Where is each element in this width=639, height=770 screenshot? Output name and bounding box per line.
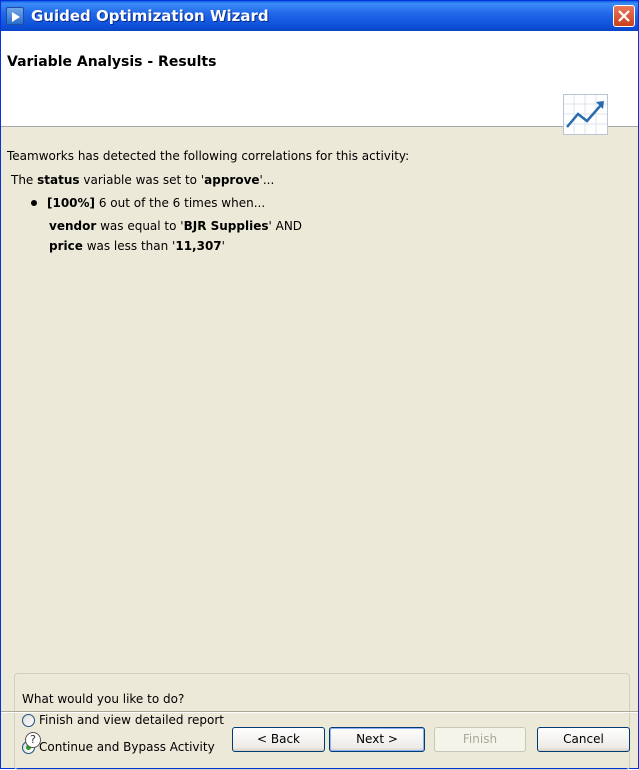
condition-vendor: vendor was equal to 'BJR Supplies' AND (49, 219, 303, 233)
finish-button[interactable]: Finish (434, 727, 526, 752)
condition-price: price was less than '11,307' (49, 239, 225, 253)
button-bar-divider (1, 711, 638, 713)
next-button[interactable]: Next > (329, 727, 425, 752)
radio-label[interactable]: Finish and view detailed report (39, 713, 224, 727)
help-icon[interactable]: ? (25, 732, 41, 748)
variable-name: status (37, 173, 80, 187)
finding-item: [100%] 6 out of the 6 times when... (31, 196, 265, 210)
result-summary: The status variable was set to 'approve'… (11, 173, 275, 187)
close-button[interactable] (613, 5, 635, 27)
bullet-icon (31, 199, 37, 206)
wizard-app-icon (6, 7, 24, 25)
cancel-button[interactable]: Cancel (537, 727, 630, 752)
radio-label[interactable]: Continue and Bypass Activity (39, 740, 215, 754)
intro-text: Teamworks has detected the following cor… (7, 149, 410, 163)
radio-continue-bypass[interactable]: Continue and Bypass Activity (22, 740, 215, 754)
close-icon (618, 10, 630, 22)
options-question: What would you like to do? (22, 692, 185, 706)
wizard-window: Guided Optimization Wizard Variable Anal… (0, 0, 639, 770)
wizard-header: Variable Analysis - Results (1, 31, 638, 135)
radio-button-icon[interactable] (22, 713, 35, 727)
radio-finish-report[interactable]: Finish and view detailed report (22, 713, 224, 727)
finding-percent: [100%] (47, 196, 96, 210)
variable-value: approve (204, 173, 260, 187)
title-bar[interactable]: Guided Optimization Wizard (1, 1, 638, 31)
trend-chart-icon (563, 94, 608, 135)
window-title: Guided Optimization Wizard (31, 7, 269, 25)
options-group: What would you like to do? Finish and vi… (14, 673, 630, 770)
page-title: Variable Analysis - Results (7, 54, 217, 70)
back-button[interactable]: < Back (232, 727, 325, 752)
